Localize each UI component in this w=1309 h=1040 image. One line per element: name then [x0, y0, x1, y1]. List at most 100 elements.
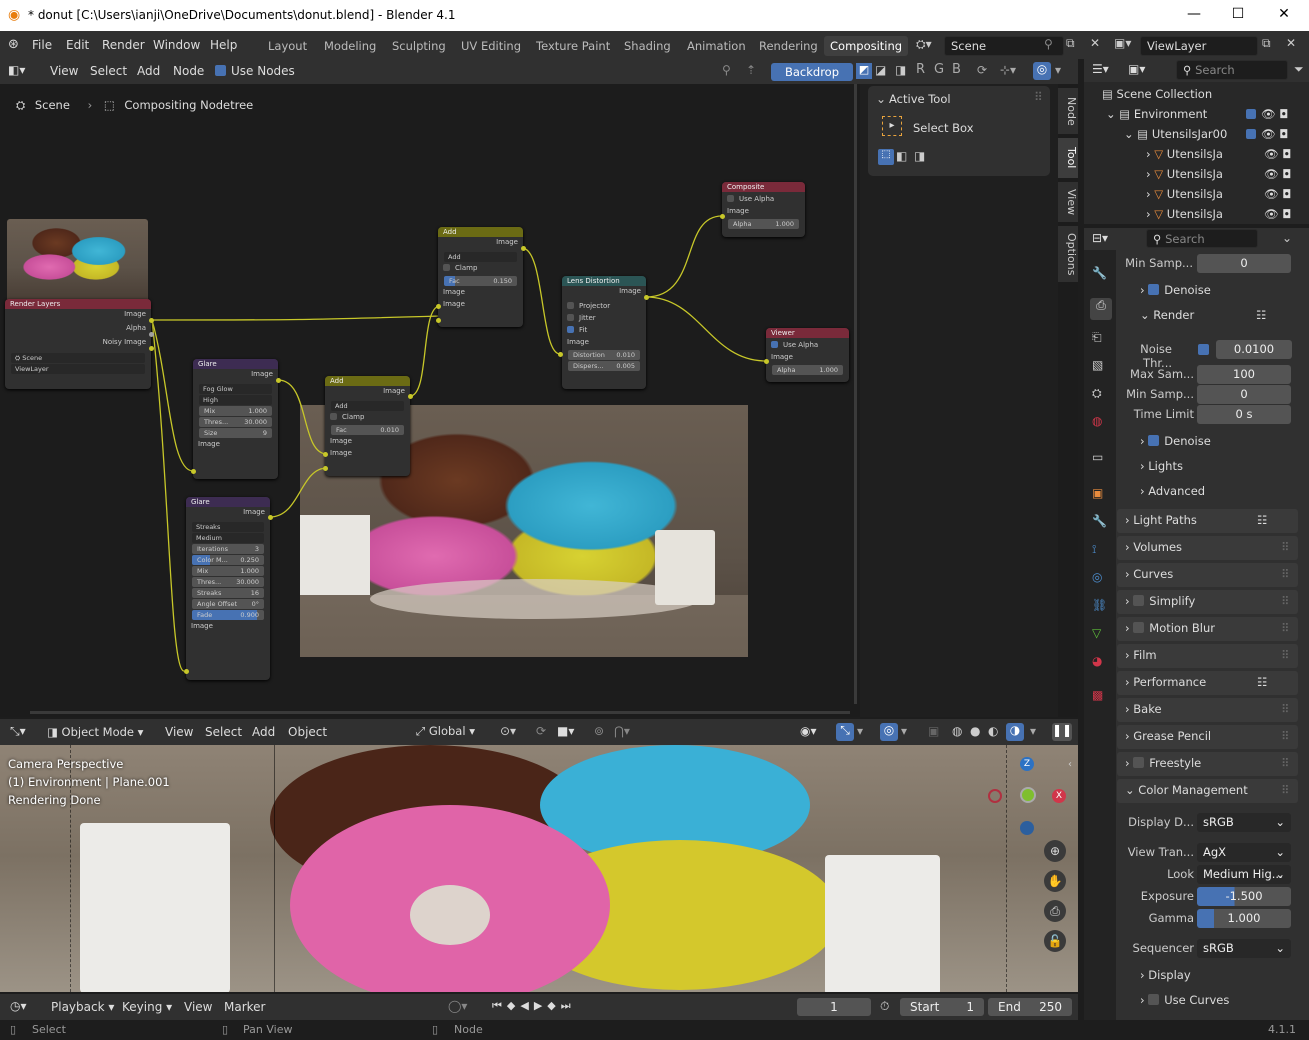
outliner-item[interactable]: › ▽ UtensilsJa 👁 ◘	[1146, 187, 1309, 201]
object-tab-icon[interactable]: ▣	[1092, 486, 1103, 500]
panel-curves[interactable]: › Curves ⠿	[1117, 563, 1298, 587]
vertical-scrollbar[interactable]	[854, 84, 857, 704]
collection-tab-icon[interactable]: ▭	[1092, 450, 1103, 464]
new-scene-icon[interactable]: ⧉	[1066, 36, 1075, 51]
snap-target-icon[interactable]: ⊹▾	[1000, 63, 1016, 77]
dispersion-field[interactable]: Dispers... 0.005	[568, 361, 640, 371]
display-mode-icon[interactable]: ▣▾	[1128, 62, 1145, 76]
socket[interactable]	[720, 214, 725, 219]
gizmo-dropdown-icon[interactable]: ▾	[857, 724, 863, 738]
z-axis-icon[interactable]: Z	[1020, 757, 1034, 771]
editor-type-icon[interactable]: ◷▾	[10, 999, 27, 1013]
select-box-icon[interactable]: ▸	[882, 116, 902, 136]
editor-type-icon[interactable]: ☰▾	[1092, 62, 1109, 76]
timeline-view[interactable]: View	[184, 1000, 212, 1014]
panel-simplify[interactable]: › Simplify ⠿	[1117, 590, 1298, 614]
panel-performance[interactable]: › Performance ☷	[1117, 671, 1298, 695]
socket[interactable]	[149, 332, 154, 337]
neg-z-axis-icon[interactable]	[1020, 821, 1034, 835]
properties-search[interactable]: ⚲ Search	[1146, 229, 1258, 248]
mode-extend-icon[interactable]: ◧	[896, 149, 907, 163]
zoom-icon[interactable]: ⊕	[1044, 840, 1066, 862]
tab-animation[interactable]: Animation	[681, 36, 752, 56]
drag-handle-icon[interactable]: ⠿	[1034, 90, 1043, 104]
panel-freestyle[interactable]: › Freestyle ⠿	[1117, 752, 1298, 776]
quality-select[interactable]: Medium	[192, 533, 264, 543]
menu-window[interactable]: Window	[153, 38, 200, 52]
pin-node-icon[interactable]: ⚲	[722, 63, 731, 77]
viewport-3d[interactable]: Camera Perspective (1) Environment | Pla…	[0, 745, 1078, 992]
mix-field[interactable]: Mix 1.000	[192, 566, 264, 576]
backdrop-alpha-icon[interactable]: ◨	[895, 63, 906, 77]
editor-type-icon[interactable]: ⤡▾	[10, 724, 26, 739]
viewport-menu-select[interactable]: Select	[205, 725, 242, 739]
menu-help[interactable]: Help	[210, 38, 237, 52]
world-tab-icon[interactable]: ◍	[1092, 414, 1102, 428]
editor-type-icon[interactable]: ◧▾	[8, 63, 25, 77]
tab-compositing[interactable]: Compositing	[824, 36, 909, 56]
snap-icon[interactable]: ⟳	[977, 63, 987, 77]
color-modulation-field[interactable]: Color M... 0.250	[192, 555, 264, 565]
maximize-icon[interactable]: ☐	[1228, 6, 1248, 24]
scene-selector-icon[interactable]: ⛭▾	[916, 37, 932, 52]
panel-color-management[interactable]: ⌄ Color Management ⠿	[1117, 779, 1298, 803]
tab-uv-editing[interactable]: UV Editing	[455, 36, 527, 56]
clamp-checkbox[interactable]: Clamp	[325, 412, 410, 424]
x-axis-icon[interactable]: X	[1052, 789, 1066, 803]
node-glare-fog[interactable]: Glare Image Fog Glow High Mix 1.000 Thres…	[193, 359, 278, 479]
node-render-layers[interactable]: Render Layers Image Alpha Noisy Image ⛭ …	[5, 299, 151, 389]
menu-edit[interactable]: Edit	[66, 38, 89, 52]
socket[interactable]	[184, 669, 189, 674]
fit-checkbox[interactable]: Fit	[562, 325, 646, 337]
backdrop-rgb-icon[interactable]: ◩	[856, 63, 872, 79]
socket[interactable]	[521, 246, 526, 251]
socket[interactable]	[149, 318, 154, 323]
layer-select[interactable]: ViewLayer	[11, 364, 145, 374]
node-menu-node[interactable]: Node	[173, 64, 204, 78]
snap-increment-icon[interactable]: ■▾	[557, 724, 574, 738]
node-editor-canvas[interactable]: ⛭ Scene › ⬚ Compositing Nodetree Render …	[0, 84, 1078, 717]
current-frame-field[interactable]: 1	[797, 998, 871, 1016]
tab-shading[interactable]: Shading	[618, 36, 677, 56]
view-layer-icon[interactable]: ▣▾	[1114, 36, 1131, 50]
tab-node[interactable]: Node	[1058, 88, 1078, 134]
material-tab-icon[interactable]: ◕	[1092, 654, 1102, 668]
display-device-select[interactable]: sRGB ⌄	[1197, 813, 1291, 832]
chevron-down-icon[interactable]: ⌄	[876, 92, 886, 106]
projector-checkbox[interactable]: Projector	[562, 301, 646, 313]
snap-icon[interactable]: ⟳	[536, 724, 546, 738]
channel-r[interactable]: R	[916, 62, 925, 77]
socket[interactable]	[764, 359, 769, 364]
lights-subpanel[interactable]: › Lights	[1140, 459, 1309, 483]
blender-menu-icon[interactable]: ⊛	[8, 37, 19, 52]
close-icon[interactable]: ✕	[1274, 6, 1294, 24]
new-view-layer-icon[interactable]: ⧉	[1262, 36, 1271, 51]
remove-scene-icon[interactable]: ✕	[1090, 36, 1100, 50]
exposure-field[interactable]: -1.500	[1197, 887, 1291, 906]
node-glare-streaks[interactable]: Glare Image Streaks Medium Iterations 3 C…	[186, 497, 270, 680]
use-nodes-checkbox[interactable]: Use Nodes	[215, 64, 295, 78]
fade-field[interactable]: Fade 0.900	[192, 610, 264, 620]
viewport-menu-add[interactable]: Add	[252, 725, 275, 739]
data-tab-icon[interactable]: ▽	[1092, 626, 1101, 640]
backdrop-toggle[interactable]: Backdrop	[771, 63, 853, 81]
editor-type-icon[interactable]: ⊟▾	[1092, 231, 1108, 245]
panel-grease-pencil[interactable]: › Grease Pencil ⠿	[1117, 725, 1298, 749]
pivot-icon[interactable]: ⊙▾	[500, 724, 516, 738]
falloff-icon[interactable]: ⋂▾	[614, 724, 630, 738]
proportional-edit-icon[interactable]: ⊚	[594, 724, 604, 738]
panel-bake[interactable]: › Bake ⠿	[1117, 698, 1298, 722]
output-tab-icon[interactable]: ⎗	[1092, 330, 1102, 345]
pin-icon[interactable]: ⚲	[1044, 37, 1053, 51]
outliner-item[interactable]: › ▽ UtensilsJa 👁 ◘	[1146, 147, 1309, 161]
tab-tool[interactable]: Tool	[1058, 138, 1078, 178]
timeline-marker[interactable]: Marker	[224, 1000, 265, 1014]
camera-view-icon[interactable]: ⎙	[1044, 900, 1066, 922]
options-dropdown-icon[interactable]: ⌄	[1282, 231, 1292, 245]
socket[interactable]	[436, 304, 441, 309]
outliner-item[interactable]: ⌄ ▤ UtensilsJar00 👁 ◘	[1124, 127, 1309, 141]
tab-sculpting[interactable]: Sculpting	[386, 36, 452, 56]
outliner-item[interactable]: › ▽ UtensilsJa 👁 ◘	[1146, 167, 1309, 181]
panel-title[interactable]: Active Tool	[889, 92, 951, 106]
scene-select[interactable]: ⛭ Scene	[11, 353, 145, 363]
